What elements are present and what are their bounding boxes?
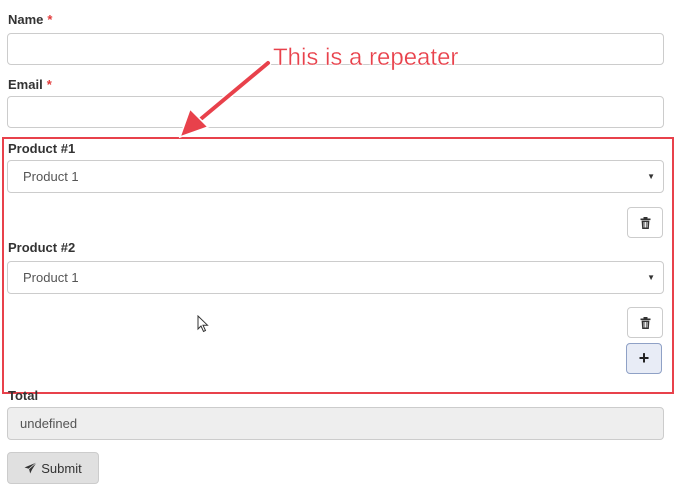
product-2-select[interactable]: Product 1 ▼ bbox=[7, 261, 664, 294]
submit-label: Submit bbox=[41, 460, 82, 476]
mouse-cursor-icon bbox=[197, 315, 209, 333]
caret-down-icon: ▼ bbox=[647, 273, 655, 282]
trash-icon bbox=[640, 316, 650, 329]
remove-product-1-button[interactable] bbox=[627, 207, 663, 238]
product-2-label: Product #2 bbox=[8, 240, 76, 255]
annotation-text: This is a repeater bbox=[273, 44, 459, 71]
paper-plane-icon bbox=[24, 462, 38, 474]
required-mark: * bbox=[47, 12, 53, 27]
email-label: Email * bbox=[8, 77, 52, 92]
email-input[interactable] bbox=[7, 96, 664, 128]
required-mark: * bbox=[46, 77, 52, 92]
submit-button[interactable]: Submit bbox=[7, 452, 99, 484]
total-field: undefined bbox=[7, 407, 664, 440]
product-1-select[interactable]: Product 1 ▼ bbox=[7, 160, 664, 193]
add-product-button[interactable]: + bbox=[626, 343, 662, 374]
caret-down-icon: ▼ bbox=[647, 172, 655, 181]
remove-product-2-button[interactable] bbox=[627, 307, 663, 338]
product-1-label: Product #1 bbox=[8, 141, 76, 156]
total-label: Total bbox=[8, 388, 39, 403]
product-2-selected-value: Product 1 bbox=[23, 270, 79, 285]
trash-icon bbox=[640, 216, 650, 229]
name-label: Name * bbox=[8, 12, 53, 27]
product-1-selected-value: Product 1 bbox=[23, 169, 79, 184]
annotation-arrow bbox=[178, 59, 272, 139]
